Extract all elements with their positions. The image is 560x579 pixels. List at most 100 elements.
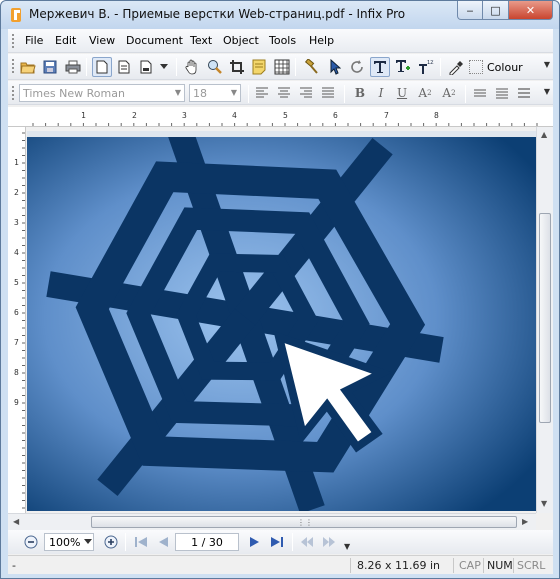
font-family-value: Times New Roman xyxy=(23,87,125,100)
text-tool-icon[interactable] xyxy=(370,57,390,77)
single-page-icon[interactable] xyxy=(92,57,112,77)
menu-edit[interactable]: Edit xyxy=(55,34,76,47)
app-window: Мержевич В. - Приемые верстки Web-страни… xyxy=(0,0,560,579)
horizontal-scroll-thumb[interactable]: ⋮⋮ xyxy=(91,516,517,528)
back-icon[interactable] xyxy=(298,534,316,550)
zoom-icon[interactable] xyxy=(205,57,225,77)
toolbar-overflow-icon[interactable]: ▼ xyxy=(544,60,550,69)
colour-button[interactable]: Colour xyxy=(469,57,529,77)
chevron-down-icon: ▼ xyxy=(230,88,237,97)
font-size-value: 18 xyxy=(193,87,207,100)
ruler-mark: 7 xyxy=(384,111,389,120)
maximize-button[interactable]: □ xyxy=(483,1,509,20)
scroll-lock-indicator: SCRL xyxy=(517,559,546,572)
status-bar: - 8.26 x 11.69 in CAP NUM SCRL xyxy=(8,555,553,574)
forward-icon[interactable] xyxy=(320,534,338,550)
bold-button[interactable]: B xyxy=(351,85,369,101)
close-button[interactable]: ✕ xyxy=(509,1,553,20)
hand-icon[interactable] xyxy=(182,57,202,77)
vertical-scrollbar[interactable]: ▲ ▼ xyxy=(536,127,553,513)
menu-view[interactable]: View xyxy=(89,34,115,47)
page-number-field[interactable]: 1 / 30 xyxy=(175,533,239,551)
svg-text:123: 123 xyxy=(427,60,434,66)
eyedropper-icon[interactable] xyxy=(446,57,466,77)
subscript-mark: 2 xyxy=(451,89,456,97)
thumb-grip-icon: ⋮⋮ xyxy=(297,518,313,527)
menu-object[interactable]: Object xyxy=(223,34,259,47)
select-arrow-icon[interactable] xyxy=(325,57,345,77)
horizontal-scrollbar[interactable]: ◀ ⋮⋮ ▶ xyxy=(8,513,536,530)
save-icon[interactable] xyxy=(40,57,60,77)
zoom-dropdown-icon[interactable] xyxy=(82,534,94,550)
text-numbering-icon[interactable]: 123 xyxy=(416,57,436,77)
font-family-select[interactable]: Times New Roman ▼ xyxy=(19,84,185,102)
menu-document[interactable]: Document xyxy=(126,34,183,47)
scroll-left-icon[interactable]: ◀ xyxy=(13,517,19,526)
menu-help[interactable]: Help xyxy=(309,34,334,47)
scroll-down-icon[interactable]: ▼ xyxy=(541,499,547,508)
open-folder-icon[interactable] xyxy=(18,57,38,77)
continuous-pages-icon[interactable] xyxy=(137,57,157,77)
hammer-icon[interactable] xyxy=(302,57,322,77)
menu-text[interactable]: Text xyxy=(190,34,212,47)
document-canvas[interactable] xyxy=(27,131,536,511)
horizontal-ruler-ticks xyxy=(32,123,538,126)
client-area: File Edit View Document Text Object Tool… xyxy=(8,29,553,574)
num-lock-indicator: NUM xyxy=(487,559,513,572)
ruler-mark: 4 xyxy=(232,111,237,120)
zoom-out-icon[interactable] xyxy=(22,534,40,550)
menu-grip[interactable] xyxy=(11,33,15,49)
line-spacing-icon[interactable] xyxy=(471,85,489,101)
zoom-in-icon[interactable] xyxy=(102,534,120,550)
print-icon[interactable] xyxy=(63,57,83,77)
align-justify-icon[interactable] xyxy=(319,85,337,101)
vertical-scroll-thumb[interactable] xyxy=(539,213,551,423)
note-icon[interactable] xyxy=(249,57,269,77)
chevron-down-icon: ▼ xyxy=(174,88,181,97)
superscript-button[interactable]: A2 xyxy=(414,85,436,101)
page-cover-image[interactable] xyxy=(27,137,536,511)
facing-pages-icon[interactable] xyxy=(115,57,135,77)
format-toolbar-grip[interactable] xyxy=(11,85,15,101)
vertical-ruler-ticks xyxy=(22,132,25,509)
toolbar-grip[interactable] xyxy=(11,58,15,74)
minimize-button[interactable]: ‒ xyxy=(457,1,483,20)
align-right-icon[interactable] xyxy=(297,85,315,101)
previous-page-icon[interactable] xyxy=(154,534,172,550)
paragraph-spacing-icon[interactable] xyxy=(493,85,511,101)
scroll-right-icon[interactable]: ▶ xyxy=(522,517,528,526)
menu-tools[interactable]: Tools xyxy=(269,34,296,47)
underline-button[interactable]: U xyxy=(393,85,411,101)
title-bar[interactable]: Мержевич В. - Приемые верстки Web-страни… xyxy=(1,1,559,29)
last-page-icon[interactable] xyxy=(268,534,286,550)
italic-button[interactable]: I xyxy=(372,85,390,101)
align-center-icon[interactable] xyxy=(275,85,293,101)
format-toolbar-overflow-icon[interactable]: ▼ xyxy=(544,87,550,96)
page-chevron-icon[interactable] xyxy=(158,57,170,77)
grid-icon[interactable] xyxy=(272,57,292,77)
font-size-select[interactable]: 18 ▼ xyxy=(189,84,241,102)
navbar-overflow-icon[interactable]: ▼ xyxy=(344,542,350,551)
infix-app-icon xyxy=(11,8,21,22)
vertical-ruler[interactable]: 1 2 3 4 5 6 7 8 9 xyxy=(8,127,26,513)
ruler-mark: 8 xyxy=(434,111,439,120)
window-title: Мержевич В. - Приемые верстки Web-страни… xyxy=(29,7,406,21)
first-page-icon[interactable] xyxy=(132,534,150,550)
subscript-button[interactable]: A2 xyxy=(438,85,460,101)
ruler-mark: 5 xyxy=(283,111,288,120)
align-left-icon[interactable] xyxy=(253,85,271,101)
scroll-up-icon[interactable]: ▲ xyxy=(541,130,547,139)
rotate-icon[interactable] xyxy=(347,57,367,77)
horizontal-ruler[interactable]: 1 2 3 4 5 6 7 8 xyxy=(8,107,553,127)
menu-bar: File Edit View Document Text Object Tool… xyxy=(8,29,553,53)
ruler-mark: 9 xyxy=(14,398,19,407)
menu-file[interactable]: File xyxy=(25,34,43,47)
crop-icon[interactable] xyxy=(227,57,247,77)
ruler-mark: 1 xyxy=(14,158,19,167)
text-plus-icon[interactable] xyxy=(393,57,413,77)
zoom-level-value: 100% xyxy=(49,536,81,549)
superscript-letter: A xyxy=(418,86,428,100)
next-page-icon[interactable] xyxy=(246,534,264,550)
list-indent-icon[interactable] xyxy=(515,85,533,101)
ruler-mark: 2 xyxy=(14,188,19,197)
